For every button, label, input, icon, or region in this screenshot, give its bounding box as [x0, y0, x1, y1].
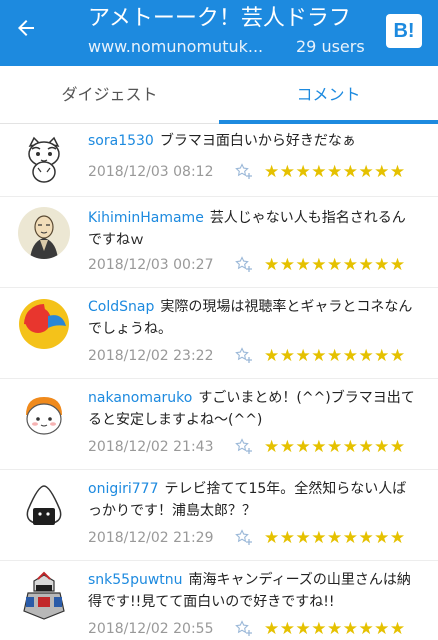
comment-timestamp: 2018/12/02 21:43: [88, 439, 214, 455]
cat-avatar-icon[interactable]: [18, 132, 70, 184]
tab-bar: ダイジェスト コメント: [0, 66, 438, 124]
comment-body: KihiminHamame 芸人じゃない人も指名されるんですねｗ: [88, 207, 418, 251]
comment-timestamp: 2018/12/02 21:29: [88, 530, 214, 546]
add-star-button[interactable]: [234, 528, 256, 548]
comment-item: nakanomaruko すごいまとめ！(^^)ブラマヨ出てると安定しますよね〜(…: [0, 378, 438, 469]
maru-character-avatar-icon[interactable]: [18, 389, 70, 441]
comment-timestamp: 2018/12/03 08:12: [88, 164, 214, 180]
red-blue-circle-avatar-icon[interactable]: [18, 298, 70, 350]
comment-list: sora1530 ブラマヨ面白いから好きだなぁ 2018/12/03 08:12 …: [0, 124, 438, 640]
add-star-icon: [235, 529, 252, 545]
comment-body: ColdSnap 実際の現場は視聴率とギャラとコネなんでしょうね。: [88, 296, 418, 340]
robot-avatar-icon[interactable]: [18, 571, 70, 623]
star-rating[interactable]: ★★★★★★★★★: [264, 346, 406, 366]
comment-text: ブラマヨ面白いから好きだなぁ: [159, 133, 356, 149]
comment-item: KihiminHamame 芸人じゃない人も指名されるんですねｗ 2018/12/…: [0, 196, 438, 287]
tab-comment[interactable]: コメント: [219, 66, 438, 124]
comment-body: onigiri777 テレビ捨てて15年。全然知らない人ばっかりです！浦島太郎？？: [88, 478, 418, 522]
comment-username[interactable]: snk55puwtnu: [88, 572, 183, 588]
comment-body: sora1530 ブラマヨ面白いから好きだなぁ: [88, 130, 418, 152]
comment-username[interactable]: nakanomaruko: [88, 390, 192, 406]
star-rating[interactable]: ★★★★★★★★★: [264, 528, 406, 548]
add-star-icon: [235, 256, 252, 272]
add-star-button[interactable]: [234, 437, 256, 457]
comment-timestamp: 2018/12/03 00:27: [88, 257, 214, 273]
comment-timestamp: 2018/12/02 23:22: [88, 348, 214, 364]
tab-digest[interactable]: ダイジェスト: [0, 66, 219, 124]
add-star-button[interactable]: [234, 255, 256, 275]
comment-timestamp: 2018/12/02 20:55: [88, 621, 214, 637]
star-rating[interactable]: ★★★★★★★★★: [264, 255, 406, 275]
comment-username[interactable]: ColdSnap: [88, 299, 154, 315]
comment-item: snk55puwtnu 南海キャンディーズの山里さんは納得です!!見てて面白いので…: [0, 560, 438, 640]
star-rating[interactable]: ★★★★★★★★★: [264, 437, 406, 457]
add-star-button[interactable]: [234, 346, 256, 366]
app-header: アメトーーク！芸人ドラフ www.nomunomutuk... 29 users…: [0, 0, 438, 66]
comment-username[interactable]: sora1530: [88, 133, 154, 149]
add-star-button[interactable]: [234, 619, 256, 639]
star-rating[interactable]: ★★★★★★★★★: [264, 619, 406, 639]
page-url[interactable]: www.nomunomutuk...: [88, 36, 276, 58]
add-star-icon: [235, 438, 252, 454]
comment-username[interactable]: onigiri777: [88, 481, 158, 497]
back-arrow-icon: [18, 20, 34, 36]
add-star-icon: [235, 347, 252, 363]
comment-body: nakanomaruko すごいまとめ！(^^)ブラマヨ出てると安定しますよね〜(…: [88, 387, 418, 431]
comment-item: ColdSnap 実際の現場は視聴率とギャラとコネなんでしょうね。 2018/12…: [0, 287, 438, 378]
users-count[interactable]: 29 users: [296, 36, 365, 58]
add-star-icon: [235, 620, 252, 636]
comment-body: snk55puwtnu 南海キャンディーズの山里さんは納得です!!見てて面白いので…: [88, 569, 418, 613]
star-rating[interactable]: ★★★★★★★★★: [264, 162, 406, 182]
monk-avatar-icon[interactable]: [18, 207, 70, 259]
back-button[interactable]: [14, 16, 50, 48]
page-title: アメトーーク！芸人ドラフ: [88, 6, 351, 31]
hatena-bookmark-button[interactable]: B!: [386, 14, 422, 48]
comment-username[interactable]: KihiminHamame: [88, 210, 204, 226]
add-star-icon: [235, 163, 252, 179]
add-star-button[interactable]: [234, 162, 256, 182]
comment-item: onigiri777 テレビ捨てて15年。全然知らない人ばっかりです！浦島太郎？？…: [0, 469, 438, 560]
onigiri-avatar-icon[interactable]: [18, 480, 70, 532]
